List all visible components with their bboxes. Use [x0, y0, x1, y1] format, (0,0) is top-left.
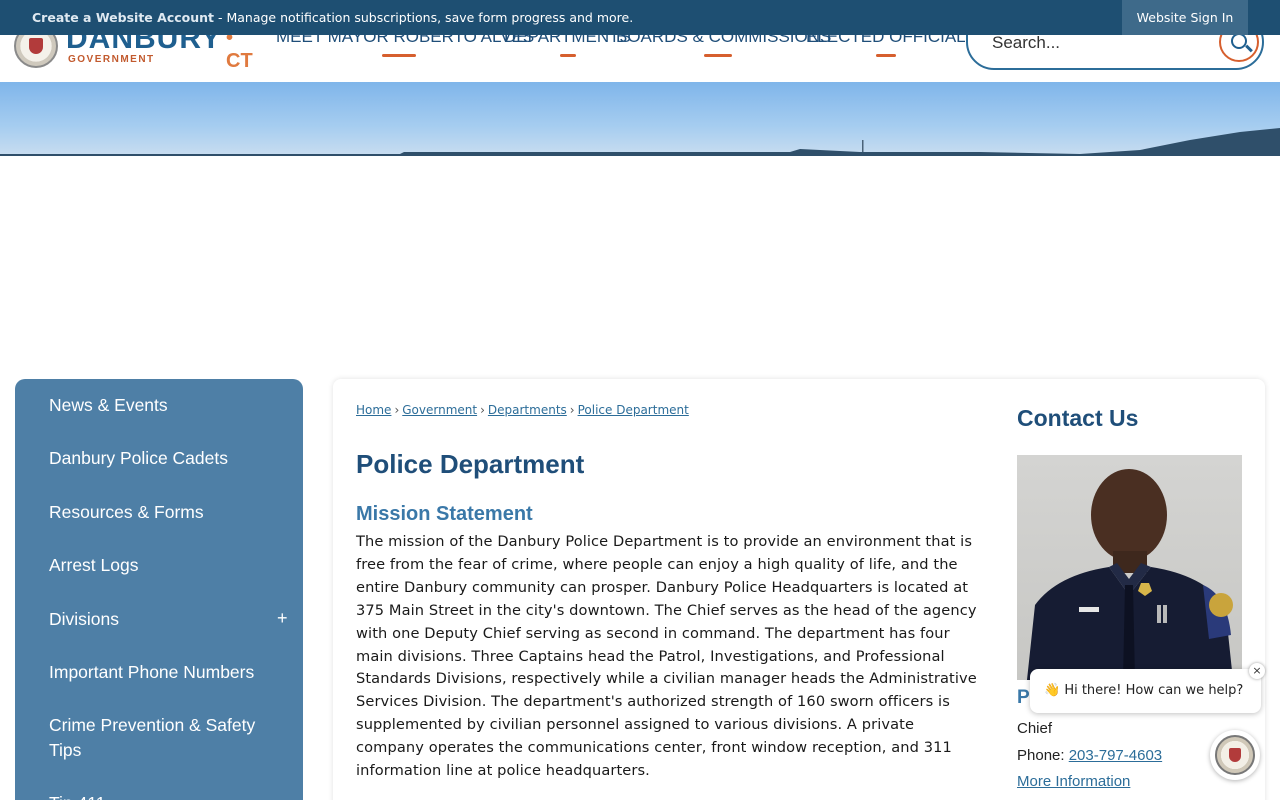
nav-underline — [876, 54, 896, 57]
breadcrumb-departments[interactable]: Departments — [488, 403, 567, 417]
department-sidebar: News & Events Danbury Police Cadets Reso… — [15, 379, 303, 800]
sidebar-item-police-cadets[interactable]: Danbury Police Cadets — [49, 446, 279, 471]
sidebar-item-resources-forms[interactable]: Resources & Forms — [49, 500, 279, 525]
hills-silhouette — [0, 128, 1280, 156]
sidebar-item-crime-prevention[interactable]: Crime Prevention & Safety Tips — [49, 713, 279, 763]
account-notification-bar: Create a Website Account - Manage notifi… — [0, 0, 1280, 35]
website-sign-in-button[interactable]: Website Sign In — [1122, 0, 1248, 35]
breadcrumb-separator: › — [569, 403, 575, 417]
breadcrumb-government[interactable]: Government — [402, 403, 477, 417]
breadcrumb-police-department[interactable]: Police Department — [578, 403, 689, 417]
breadcrumb-separator: › — [480, 403, 485, 417]
nav-underline — [382, 54, 416, 57]
contact-us-title: Contact Us — [1017, 405, 1139, 431]
close-icon[interactable]: × — [1249, 663, 1265, 679]
banner-image — [0, 82, 1280, 156]
logo-subtitle: GOVERNMENT — [68, 54, 155, 65]
phone-link[interactable]: 203-797-4603 — [1069, 747, 1162, 764]
sidebar-item-news-events[interactable]: News & Events — [49, 393, 279, 418]
nav-underline — [704, 54, 732, 57]
chief-portrait — [1027, 469, 1233, 680]
phone-label: Phone: — [1017, 747, 1069, 764]
section-title-mission: Mission Statement — [356, 503, 533, 525]
main-content: Home › Government › Departments › Police Depar… — [333, 379, 1265, 800]
topbar-description: - Manage notification subscriptions, sav… — [214, 10, 634, 25]
breadcrumb-home[interactable]: Home — [356, 403, 391, 417]
sidebar-item-arrest-logs[interactable]: Arrest Logs — [49, 553, 279, 578]
police-chief-photo — [1017, 455, 1242, 680]
sidebar-item-tip-411[interactable]: Tip 411 — [49, 791, 279, 800]
chat-greeting-bubble[interactable]: 👋 Hi there! How can we help? — [1030, 669, 1261, 713]
sidebar-item-divisions[interactable]: Divisions — [49, 607, 279, 632]
divisions-expand-icon[interactable]: + — [277, 608, 288, 629]
sidebar-item-phone-numbers[interactable]: Important Phone Numbers — [49, 660, 279, 685]
topbar-message: Create a Website Account - Manage notifi… — [32, 10, 633, 25]
breadcrumb-separator: › — [394, 403, 400, 417]
more-information-link[interactable]: More Information — [1017, 773, 1130, 790]
contact-name: P — [1017, 687, 1030, 708]
page-title: Police Department — [356, 449, 585, 479]
create-account-link[interactable]: Create a Website Account — [32, 10, 214, 25]
contact-role: Chief — [1017, 720, 1053, 737]
chat-launcher-button[interactable] — [1210, 730, 1260, 780]
nav-underline — [560, 54, 576, 57]
mission-statement-text: The mission of the Danbury Police Depart… — [356, 533, 977, 780]
breadcrumb: Home › Government › Departments › Police Depar… — [356, 403, 689, 417]
contact-phone: Phone: 203-797-4603 — [1017, 747, 1162, 764]
city-seal-icon — [1215, 735, 1255, 775]
